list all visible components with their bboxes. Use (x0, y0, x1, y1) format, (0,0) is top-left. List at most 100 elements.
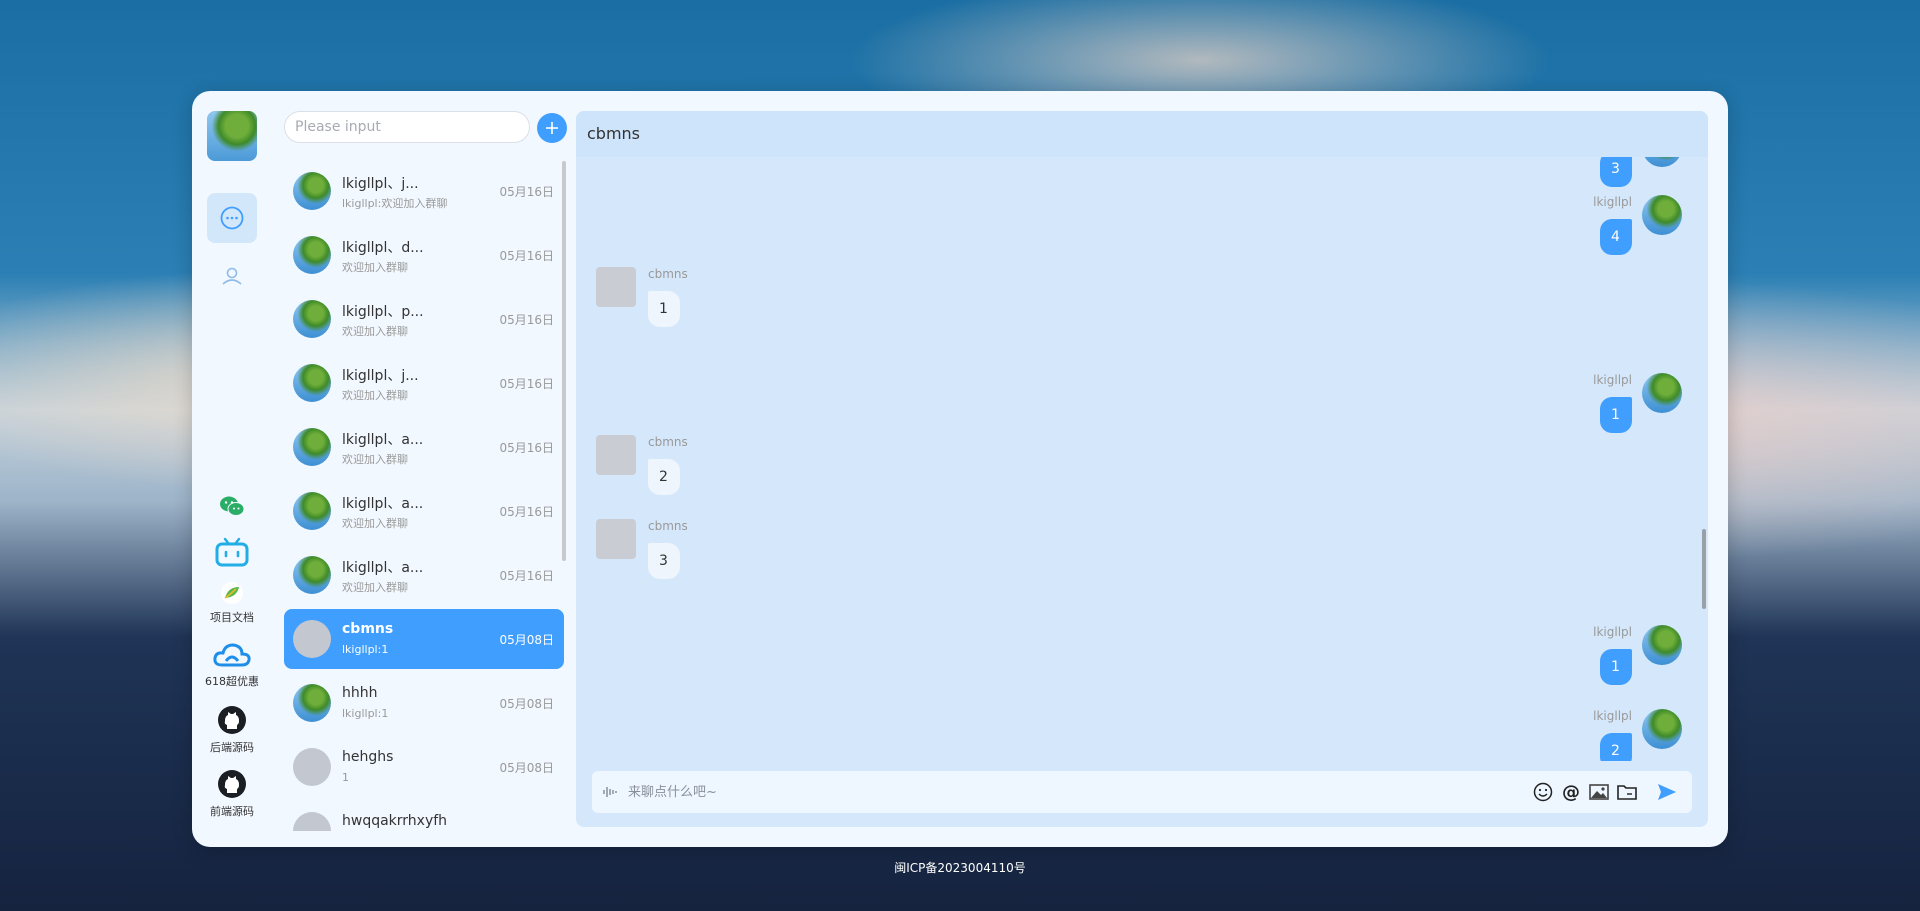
conversation-preview: 欢迎加入群聊 (342, 261, 408, 274)
wechat-link[interactable] (192, 495, 272, 521)
github-icon (218, 706, 246, 734)
conversation-name: lkigllpl、d... (342, 240, 424, 256)
mention-button[interactable]: @ (1560, 781, 1582, 803)
frontend-source-link[interactable]: 前端源码 (192, 769, 272, 819)
conversation-preview: 欢迎加入群聊 (342, 581, 408, 594)
add-conversation-button[interactable] (537, 113, 567, 143)
conversation-name: cbmns (342, 621, 394, 637)
chat-title: cbmns (576, 111, 1708, 157)
conversation-avatar (293, 684, 331, 722)
nav-messages-button[interactable] (207, 193, 257, 243)
wechat-icon (220, 496, 245, 516)
conversation-preview: lkigllpl:欢迎加入群聊 (342, 197, 448, 210)
conversation-item[interactable]: lkigllpl、p... 欢迎加入群聊 05月16日 (284, 289, 564, 349)
conversation-avatar (293, 236, 331, 274)
conversation-item[interactable]: cbmns lkigllpl:1 05月08日 (284, 609, 564, 669)
conversation-item[interactable]: lkigllpl、a... 欢迎加入群聊 05月16日 (284, 481, 564, 541)
conversation-item[interactable]: hehghs 1 05月08日 (284, 737, 564, 797)
send-button[interactable] (1656, 781, 1678, 803)
conversation-name: lkigllpl、p... (342, 304, 424, 320)
sender-name: cbmns (648, 519, 688, 533)
conversation-time: 05月16日 (499, 441, 554, 455)
conversation-name: lkigllpl、j... (342, 368, 419, 384)
message-bubble[interactable]: 1 (648, 291, 680, 327)
conversation-item[interactable]: lkigllpl、a... 欢迎加入群聊 05月16日 (284, 417, 564, 477)
sender-avatar[interactable] (596, 435, 636, 475)
conversation-preview: 欢迎加入群聊 (342, 389, 408, 402)
conversation-name: hhhh (342, 685, 378, 701)
my-avatar[interactable] (207, 111, 257, 161)
conversation-item[interactable]: lkigllpl、d... 欢迎加入群聊 05月16日 (284, 225, 564, 285)
conversation-list: lkigllpl、j... lkigllpl:欢迎加入群聊 05月16日 lkigll… (284, 161, 566, 831)
sender-avatar[interactable] (1642, 373, 1682, 413)
conversation-preview: 1 (342, 771, 349, 784)
sender-name: lkigllpl (1593, 373, 1632, 387)
github-icon (218, 770, 246, 798)
sender-avatar[interactable] (596, 519, 636, 559)
sender-name: lkigllpl (1593, 195, 1632, 209)
conversation-avatar (293, 556, 331, 594)
conversation-avatar (293, 492, 331, 530)
contacts-icon (222, 267, 242, 285)
conversation-item[interactable]: lkigllpl、j... 欢迎加入群聊 05月16日 (284, 353, 564, 413)
folder-icon (1617, 785, 1637, 800)
message-bubble[interactable]: 4 (1600, 219, 1632, 255)
message-input[interactable] (628, 777, 1508, 807)
sender-avatar[interactable] (1642, 709, 1682, 749)
conversation-time: 05月08日 (499, 761, 554, 775)
promo-link[interactable]: 618超优惠 (192, 641, 272, 689)
conversation-list-scrollbar[interactable] (562, 161, 566, 561)
conversation-time: 05月16日 (499, 249, 554, 263)
backend-source-link[interactable]: 后端源码 (192, 705, 272, 755)
nav-contacts-button[interactable] (207, 251, 257, 301)
sender-avatar[interactable] (596, 267, 636, 307)
message-bubble[interactable]: 1 (1600, 649, 1632, 685)
conversation-avatar (293, 620, 331, 658)
conversation-time: 05月08日 (499, 633, 554, 647)
conversation-avatar (293, 364, 331, 402)
conversation-time: 05月16日 (499, 569, 554, 583)
conversation-name: lkigllpl、a... (342, 432, 424, 448)
message-bubble[interactable]: 2 (1600, 733, 1632, 761)
file-button[interactable] (1616, 781, 1638, 803)
sender-avatar[interactable] (1642, 625, 1682, 665)
bilibili-link[interactable] (192, 537, 272, 571)
sender-name: cbmns (648, 267, 688, 281)
conversation-name: hehghs (342, 749, 394, 765)
project-docs-link[interactable]: 项目文档 (192, 581, 272, 625)
message-list-scrollbar[interactable] (1702, 529, 1706, 609)
conversation-avatar (293, 172, 331, 210)
conversation-preview: 欢迎加入群聊 (342, 517, 408, 530)
conversation-time: 05月16日 (499, 505, 554, 519)
emoji-button[interactable] (1532, 781, 1554, 803)
sender-avatar[interactable] (1642, 157, 1682, 167)
conversation-item[interactable]: hwqqakrrhxyfh (284, 801, 564, 831)
conversation-item[interactable]: lkigllpl、a... 欢迎加入群聊 05月16日 (284, 545, 564, 605)
emoji-icon (1533, 782, 1553, 802)
conversation-list-pane: lkigllpl、j...lkigllpl:欢迎加入群聊05月16日lkigll… (280, 91, 572, 847)
conversation-time: 05月08日 (499, 697, 554, 711)
image-button[interactable] (1588, 781, 1610, 803)
sender-name: lkigllpl (1593, 709, 1632, 723)
conversation-item[interactable]: lkigllpl、j... lkigllpl:欢迎加入群聊 05月16日 (284, 161, 564, 221)
message-bubble[interactable]: 1 (1600, 397, 1632, 433)
conversation-name: lkigllpl、a... (342, 496, 424, 512)
conversation-item[interactable]: hhhh lkigllpl:1 05月08日 (284, 673, 564, 733)
conversation-name: lkigllpl、j... (342, 176, 419, 192)
side-nav: 项目文档 618超优惠 后端源码 前端源码 (192, 91, 272, 847)
image-icon (1589, 784, 1609, 800)
search-input[interactable] (284, 111, 530, 143)
message-list: 3 lkigllpl 4 cbmns 1 lkigllpl 1 cbmns 2 cbmns 3 lki… (576, 157, 1708, 761)
conversation-name: lkigllpl、a... (342, 560, 424, 576)
voice-input-button[interactable] (602, 784, 618, 804)
icp-footer[interactable]: 闽ICP备2023004110号 (0, 859, 1920, 876)
sender-name: cbmns (648, 435, 688, 449)
message-bubble[interactable]: 2 (648, 459, 680, 495)
conversation-avatar (293, 300, 331, 338)
sender-avatar[interactable] (1642, 195, 1682, 235)
sender-name: lkigllpl (1593, 625, 1632, 639)
conversation-time: 05月16日 (499, 313, 554, 327)
message-bubble[interactable]: 3 (648, 543, 680, 579)
bilibili-icon (215, 537, 249, 567)
message-bubble[interactable]: 3 (1600, 157, 1632, 187)
